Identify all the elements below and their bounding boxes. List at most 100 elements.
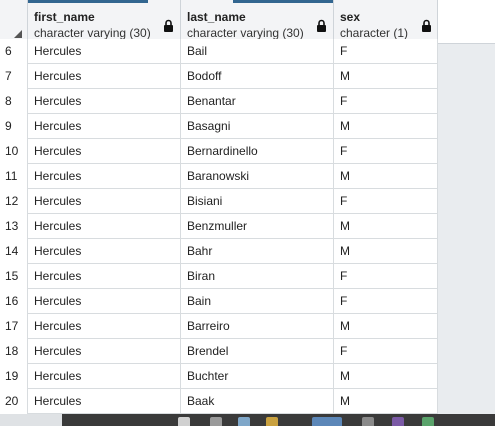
row-number: 15 (0, 264, 28, 289)
cell-sex[interactable]: M (334, 239, 438, 264)
cell-sex[interactable]: F (334, 339, 438, 364)
row-number: 12 (0, 189, 28, 214)
column-name: last_name (187, 10, 246, 24)
cell-first-name[interactable]: Hercules (28, 389, 181, 414)
taskbar-app-icon[interactable] (238, 417, 250, 426)
cell-sex[interactable]: F (334, 289, 438, 314)
cell-sex[interactable]: M (334, 389, 438, 414)
table-row[interactable]: 17 Hercules Barreiro M (0, 314, 438, 339)
cell-last-name[interactable]: Bernardinello (181, 139, 334, 164)
row-number: 9 (0, 114, 28, 139)
cell-last-name[interactable]: Brendel (181, 339, 334, 364)
row-number: 19 (0, 364, 28, 389)
row-number: 20 (0, 389, 28, 414)
cell-sex[interactable]: M (334, 164, 438, 189)
column-header-accent (28, 0, 148, 3)
column-header-accent (233, 0, 333, 3)
table-row[interactable]: 10 Hercules Bernardinello F (0, 139, 438, 164)
taskbar-app-icon[interactable] (312, 417, 342, 426)
cell-sex[interactable]: F (334, 189, 438, 214)
cell-sex[interactable]: M (334, 214, 438, 239)
cell-first-name[interactable]: Hercules (28, 39, 181, 64)
taskbar-app-icon[interactable] (422, 417, 434, 426)
column-header-last-name[interactable]: last_name character varying (30) (181, 0, 334, 44)
row-number: 7 (0, 64, 28, 89)
cell-first-name[interactable]: Hercules (28, 139, 181, 164)
table-row[interactable]: 7 Hercules Bodoff M (0, 64, 438, 89)
table-row[interactable]: 18 Hercules Brendel F (0, 339, 438, 364)
row-number: 11 (0, 164, 28, 189)
row-number: 16 (0, 289, 28, 314)
row-number: 13 (0, 214, 28, 239)
cell-sex[interactable]: M (334, 114, 438, 139)
cell-first-name[interactable]: Hercules (28, 214, 181, 239)
taskbar-app-icon[interactable] (210, 417, 222, 426)
table-row[interactable]: 11 Hercules Baranowski M (0, 164, 438, 189)
table-row[interactable]: 9 Hercules Basagni M (0, 114, 438, 139)
corner-triangle-icon (14, 30, 22, 38)
column-header-first-name[interactable]: first_name character varying (30) (28, 0, 181, 44)
taskbar-app-icon[interactable] (266, 417, 278, 426)
cell-last-name[interactable]: Bodoff (181, 64, 334, 89)
cell-sex[interactable]: F (334, 139, 438, 164)
cell-sex[interactable]: F (334, 264, 438, 289)
cell-last-name[interactable]: Bain (181, 289, 334, 314)
cell-first-name[interactable]: Hercules (28, 189, 181, 214)
row-number: 10 (0, 139, 28, 164)
lock-icon (317, 19, 326, 32)
cell-sex[interactable]: M (334, 364, 438, 389)
cell-sex[interactable]: M (334, 64, 438, 89)
cell-first-name[interactable]: Hercules (28, 339, 181, 364)
cell-first-name[interactable]: Hercules (28, 114, 181, 139)
row-number: 17 (0, 314, 28, 339)
cell-last-name[interactable]: Benantar (181, 89, 334, 114)
taskbar-app-icon[interactable] (362, 417, 374, 426)
query-result-grid: first_name character varying (30) last_n… (0, 0, 495, 414)
taskbar-strip (62, 414, 495, 426)
table-row[interactable]: 12 Hercules Bisiani F (0, 189, 438, 214)
cell-first-name[interactable]: Hercules (28, 64, 181, 89)
cell-sex[interactable]: M (334, 314, 438, 339)
cell-last-name[interactable]: Benzmuller (181, 214, 334, 239)
lock-icon (422, 19, 431, 32)
cell-first-name[interactable]: Hercules (28, 314, 181, 339)
cell-last-name[interactable]: Bahr (181, 239, 334, 264)
row-number: 6 (0, 39, 28, 64)
header-empty-area (438, 0, 495, 44)
table-row[interactable]: 6 Hercules Bail F (0, 39, 438, 64)
cell-last-name[interactable]: Baranowski (181, 164, 334, 189)
lock-icon (164, 19, 173, 32)
cell-first-name[interactable]: Hercules (28, 164, 181, 189)
table-row[interactable]: 20 Hercules Baak M (0, 389, 438, 414)
cell-first-name[interactable]: Hercules (28, 89, 181, 114)
column-name: first_name (34, 10, 95, 24)
cell-last-name[interactable]: Basagni (181, 114, 334, 139)
table-row[interactable]: 15 Hercules Biran F (0, 264, 438, 289)
cell-last-name[interactable]: Buchter (181, 364, 334, 389)
cell-last-name[interactable]: Biran (181, 264, 334, 289)
row-number: 18 (0, 339, 28, 364)
cell-first-name[interactable]: Hercules (28, 289, 181, 314)
cell-first-name[interactable]: Hercules (28, 364, 181, 389)
table-row[interactable]: 8 Hercules Benantar F (0, 89, 438, 114)
taskbar (0, 414, 495, 426)
select-all-corner[interactable] (0, 0, 28, 44)
cell-last-name[interactable]: Bail (181, 39, 334, 64)
cell-sex[interactable]: F (334, 89, 438, 114)
table-row[interactable]: 14 Hercules Bahr M (0, 239, 438, 264)
cell-first-name[interactable]: Hercules (28, 239, 181, 264)
table-row[interactable]: 13 Hercules Benzmuller M (0, 214, 438, 239)
cell-first-name[interactable]: Hercules (28, 264, 181, 289)
cell-last-name[interactable]: Barreiro (181, 314, 334, 339)
grid-header: first_name character varying (30) last_n… (0, 0, 438, 44)
table-row[interactable]: 16 Hercules Bain F (0, 289, 438, 314)
cell-last-name[interactable]: Baak (181, 389, 334, 414)
table-row[interactable]: 19 Hercules Buchter M (0, 364, 438, 389)
cell-last-name[interactable]: Bisiani (181, 189, 334, 214)
row-number: 14 (0, 239, 28, 264)
column-header-sex[interactable]: sex character (1) (233, 0, 438, 44)
taskbar-app-icon[interactable] (178, 417, 190, 426)
row-number: 8 (0, 89, 28, 114)
taskbar-app-icon[interactable] (392, 417, 404, 426)
cell-sex[interactable]: F (334, 39, 438, 64)
